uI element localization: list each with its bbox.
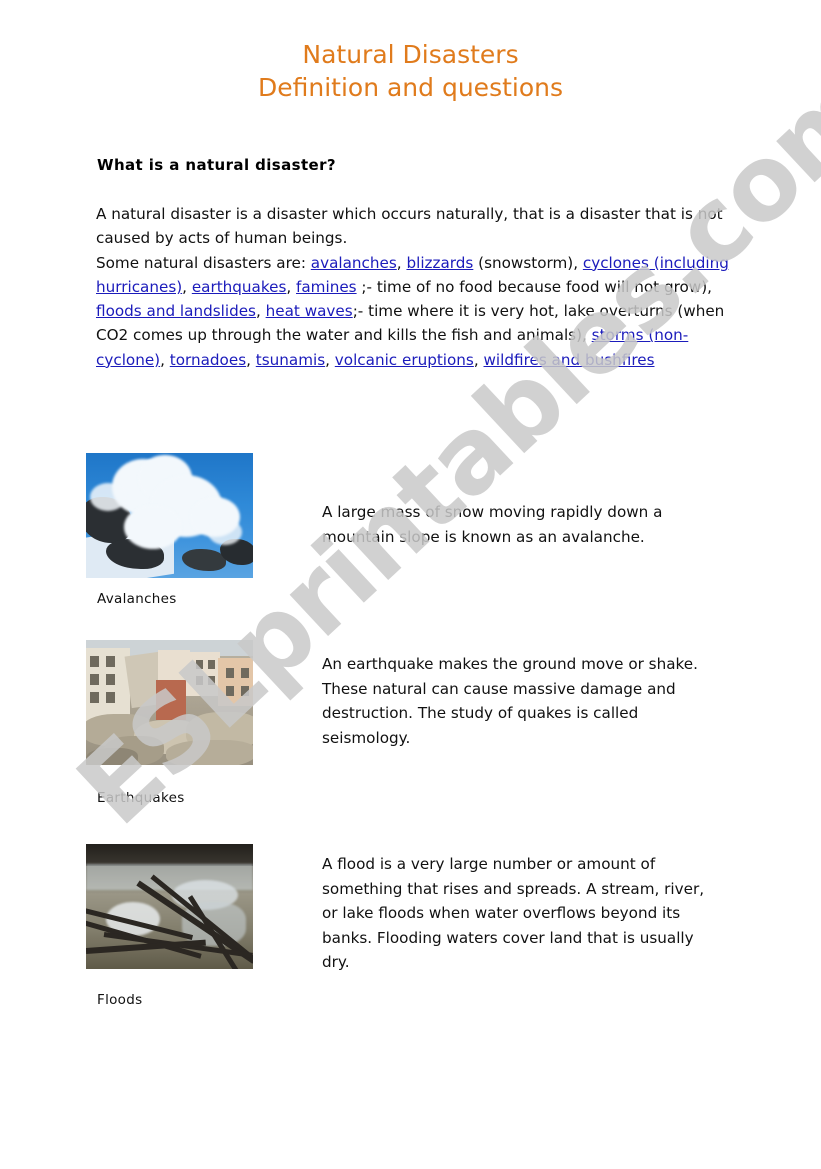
earthquake-photo bbox=[86, 640, 253, 765]
definition-sentence: A natural disaster is a disaster which o… bbox=[96, 205, 723, 248]
link-blizzards[interactable]: blizzards bbox=[406, 254, 473, 272]
page-title: Natural Disasters Definition and questio… bbox=[0, 38, 821, 104]
flood-photo bbox=[86, 844, 253, 969]
note-famines: ;- time of no food because food will not… bbox=[361, 277, 712, 296]
link-famines[interactable]: famines bbox=[296, 278, 357, 296]
list-lead-in: Some natural disasters are: bbox=[96, 253, 306, 272]
avalanche-description: A large mass of snow moving rapidly down… bbox=[322, 503, 663, 546]
link-floods-landslides[interactable]: floods and landslides bbox=[96, 302, 256, 320]
link-tornadoes[interactable]: tornadoes bbox=[170, 351, 246, 369]
section-heading: What is a natural disaster? bbox=[97, 156, 337, 174]
flood-description: A flood is a very large number or amount… bbox=[322, 855, 705, 971]
earthquake-caption: Earthquakes bbox=[97, 790, 185, 806]
link-wildfires-bushfires[interactable]: wildfires and bushfires bbox=[484, 351, 655, 369]
earthquake-description: An earthquake makes the ground move or s… bbox=[322, 655, 698, 747]
link-volcanic-eruptions[interactable]: volcanic eruptions bbox=[335, 351, 474, 369]
title-line-1: Natural Disasters bbox=[302, 40, 519, 69]
worksheet-page: ESLprintables.com Natural Disasters Defi… bbox=[0, 0, 821, 1169]
note-blizzards: (snowstorm), bbox=[478, 253, 579, 272]
definition-paragraph: A natural disaster is a disaster which o… bbox=[96, 205, 729, 369]
link-heat-waves[interactable]: heat waves bbox=[266, 302, 353, 320]
link-earthquakes[interactable]: earthquakes bbox=[192, 278, 287, 296]
link-avalanches[interactable]: avalanches bbox=[311, 254, 397, 272]
flood-caption: Floods bbox=[97, 992, 143, 1008]
avalanche-photo bbox=[86, 453, 253, 578]
link-tsunamis[interactable]: tsunamis bbox=[256, 351, 325, 369]
avalanche-caption: Avalanches bbox=[97, 591, 177, 607]
title-line-2: Definition and questions bbox=[257, 73, 564, 102]
